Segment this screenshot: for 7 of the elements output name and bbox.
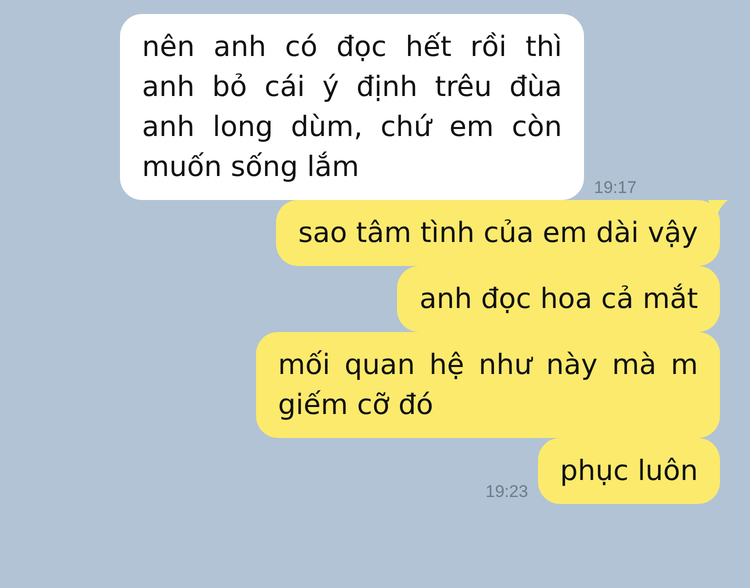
sent-message-bubble: phục luôn bbox=[538, 438, 720, 504]
message-time: 19:23 bbox=[485, 482, 528, 503]
received-message-bubble: nên anh có đọc hết rồi thì anh bỏ cái ý định trêu đùa anh long dùm, chứ em còn muốn sống lắm bbox=[120, 14, 584, 200]
sent-message-bubble: anh đọc hoa cả mắt bbox=[397, 266, 720, 332]
sent-message-bubble: mối quan hệ như này mà m giếm cỡ đó bbox=[256, 332, 720, 438]
message-time: 19:17 bbox=[594, 178, 637, 199]
sent-message-bubble: sao tâm tình của em dài vậy bbox=[276, 200, 720, 266]
